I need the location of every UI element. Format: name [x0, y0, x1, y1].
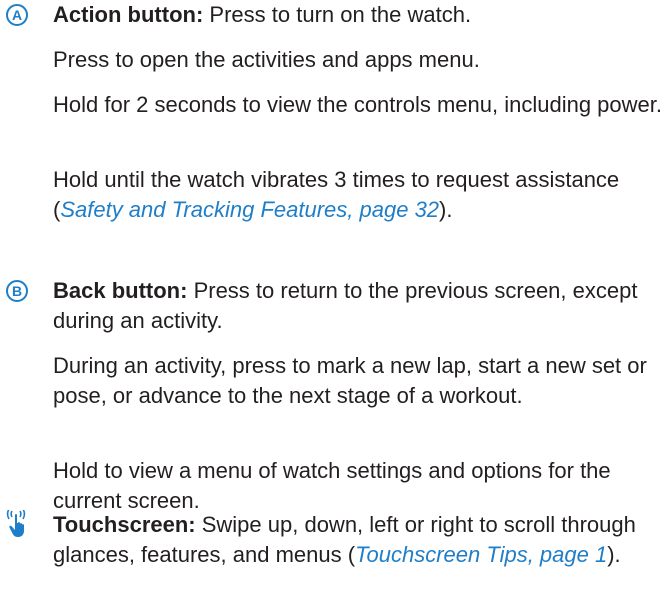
safety-tracking-link[interactable]: Safety and Tracking Features, page 32	[60, 197, 439, 222]
touchscreen-description: Touchscreen: Swipe up, down, left or rig…	[53, 510, 665, 570]
back-button-hold-settings: Hold to view a menu of watch settings an…	[53, 458, 611, 513]
touchscreen-icon	[6, 510, 26, 537]
action-button-lead: Press to turn on the watch.	[203, 2, 472, 27]
assistance-text-end: ).	[439, 197, 453, 222]
touchscreen-tips-link[interactable]: Touchscreen Tips, page 1	[355, 542, 607, 567]
touchscreen-text-end: ).	[607, 542, 621, 567]
back-button-term: Back button:	[53, 278, 188, 303]
action-button-press-menu: Press to open the activities and apps me…	[53, 47, 480, 72]
action-button-hold-controls: Hold for 2 seconds to view the controls …	[53, 92, 662, 117]
button-b-marker-icon: B	[6, 280, 28, 302]
action-button-term: Action button:	[53, 2, 204, 27]
button-a-marker-icon: A	[6, 4, 28, 26]
action-button-hold-assistance: Hold until the watch vibrates 3 times to…	[53, 165, 665, 225]
action-button-description: Action button: Press to turn on the watc…	[53, 0, 665, 30]
back-button-during-activity: During an activity, press to mark a new …	[53, 353, 647, 408]
manual-page: A Action button: Press to turn on the wa…	[0, 0, 670, 602]
touchscreen-term: Touchscreen:	[53, 512, 196, 537]
back-button-description: Back button: Press to return to the prev…	[53, 276, 665, 336]
